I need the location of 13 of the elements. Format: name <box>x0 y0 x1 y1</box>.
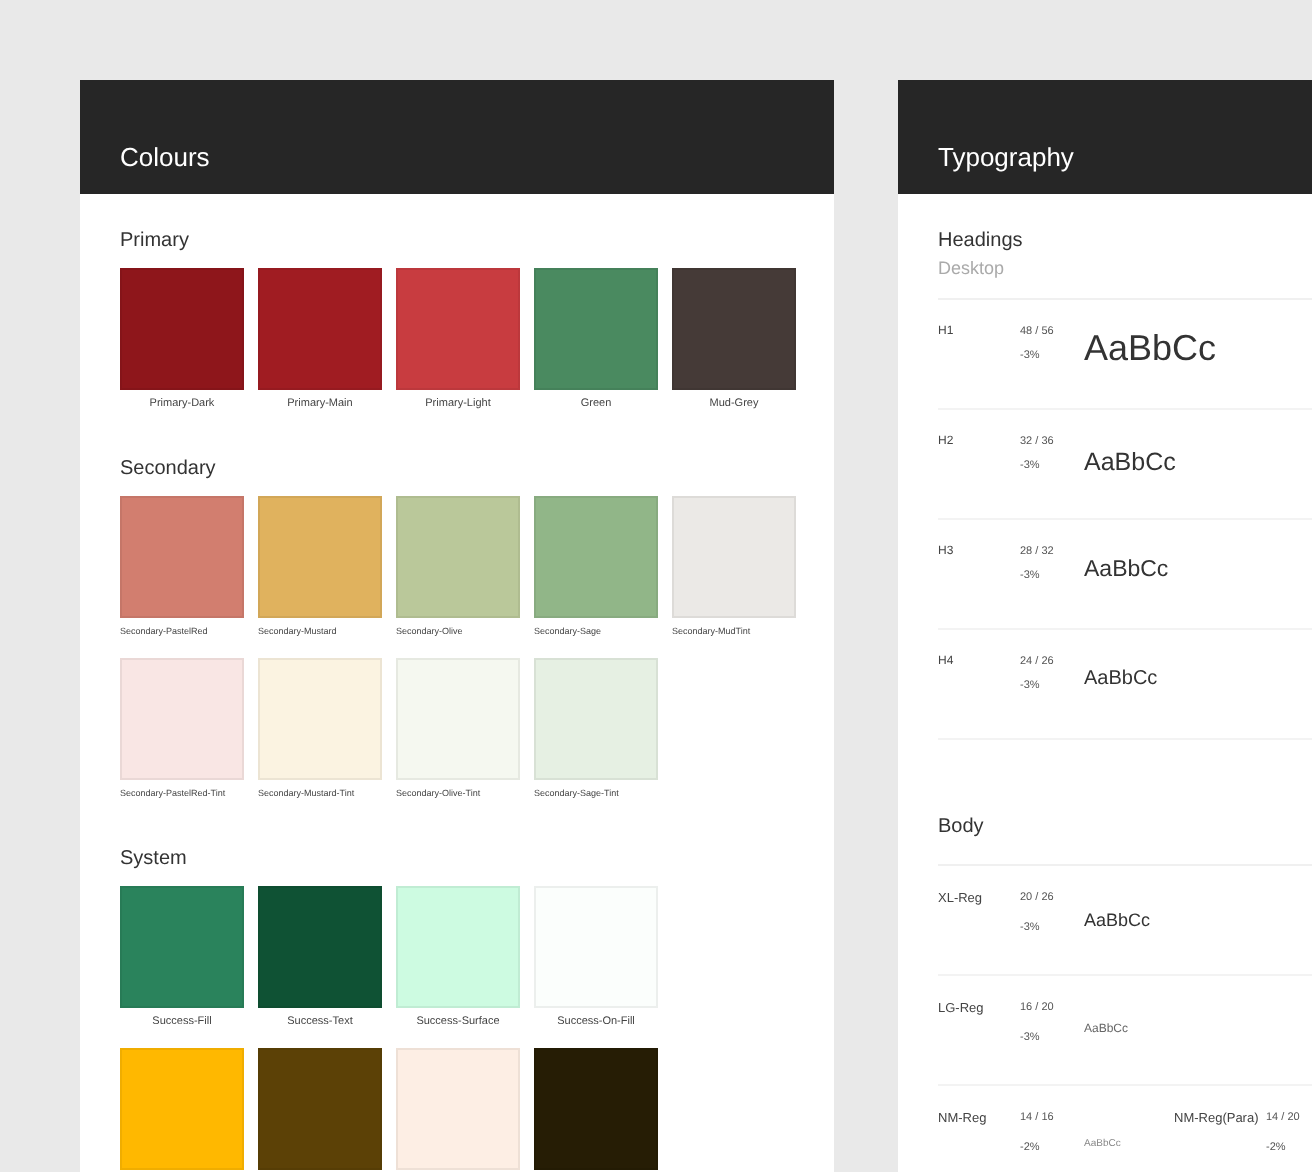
panel-title: Typography <box>938 142 1074 172</box>
type-sample: AaBbCc <box>1084 668 1160 690</box>
section-title: Primary <box>120 230 191 252</box>
section-subtitle: Desktop <box>938 258 1007 278</box>
section-title: System <box>120 848 189 870</box>
panel-title: Colours <box>120 142 210 172</box>
type-sample: AaBbCc <box>1084 328 1219 370</box>
section-title: Headings <box>938 230 1025 252</box>
section-title: Secondary <box>120 458 218 480</box>
type-sample: AaBbCc <box>1084 558 1171 582</box>
type-sample: AaBbCc <box>1084 448 1178 476</box>
section-title: Body <box>938 816 986 838</box>
type-sample: AaBbCc <box>1084 910 1153 930</box>
